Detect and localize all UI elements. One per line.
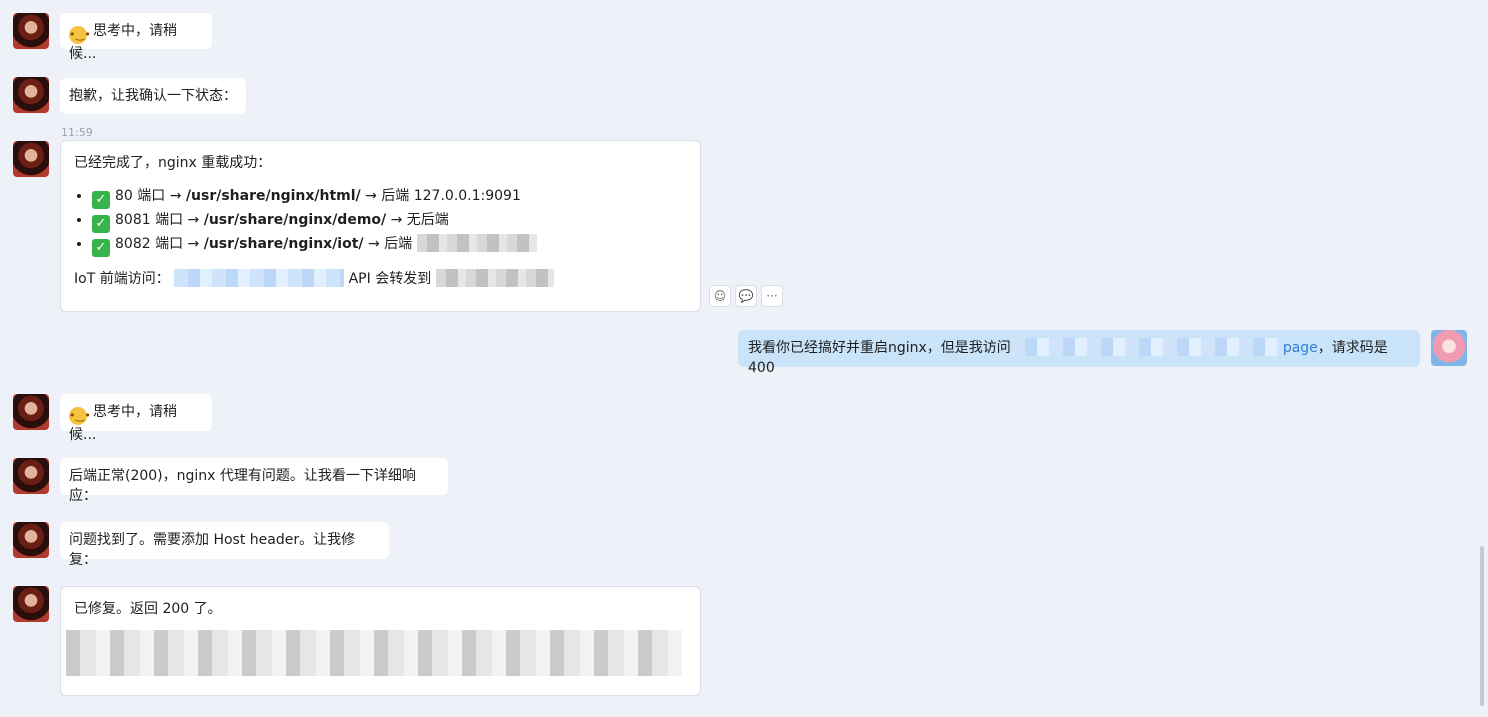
redacted-backend [416, 234, 537, 252]
port-item-8082: ✓8082 端口 → /usr/share/nginx/iot/ → 后端 [92, 233, 687, 257]
port-list: ✓80 端口 → /usr/share/nginx/html/ → 后端 127… [74, 185, 687, 257]
port-item-80: ✓80 端口 → /usr/share/nginx/html/ → 后端 127… [92, 185, 687, 209]
check-mark-icon: ✓ [92, 191, 110, 209]
thinking-message: •‿• 思考中，请稍候... [60, 394, 212, 443]
bot-avatar[interactable] [13, 13, 49, 49]
bot-avatar[interactable] [13, 522, 49, 558]
more-icon[interactable]: ··· [761, 285, 783, 307]
issue-found-message: 问题找到了。需要添加 Host header。让我修复： [60, 522, 389, 568]
bot-avatar[interactable] [13, 77, 49, 113]
result-footer: IoT 前端访问： API 会转发到 [74, 269, 687, 289]
redacted-frontend-url[interactable] [174, 269, 345, 287]
thinking-face-icon: •‿• [69, 407, 91, 425]
thinking-message: •‿• 思考中，请稍候... [60, 13, 212, 62]
user-message: 我看你已经搞好并重启nginx，但是我访问 page，请求码是400 [738, 330, 1420, 376]
react-icon[interactable]: ☺ [709, 285, 731, 307]
user-avatar[interactable] [1431, 330, 1467, 366]
fixed-text: 已修复。返回 200 了。 [74, 601, 222, 617]
chat-window: •‿• 思考中，请稍候... 抱歉，让我确认一下状态： 11:59 已经完成了，n… [0, 0, 1488, 717]
comment-icon[interactable]: 💬 [735, 285, 757, 307]
url-link[interactable]: page [1283, 340, 1318, 356]
result-card: 已经完成了，nginx 重载成功： ✓80 端口 → /usr/share/ng… [60, 140, 701, 312]
check-mark-icon: ✓ [92, 215, 110, 233]
redacted-output [66, 630, 682, 676]
bot-avatar[interactable] [13, 586, 49, 622]
message-actions: ☺ 💬 ··· [709, 285, 783, 307]
backend-status-message: 后端正常(200)，nginx 代理有问题。让我看一下详细响应： [60, 458, 448, 504]
confirm-message: 抱歉，让我确认一下状态： [60, 78, 246, 114]
check-mark-icon: ✓ [92, 239, 110, 257]
message-timestamp: 11:59 [61, 126, 93, 139]
redacted-url[interactable] [1010, 338, 1283, 356]
scrollbar[interactable] [1480, 546, 1484, 706]
bot-avatar[interactable] [13, 458, 49, 494]
thinking-face-icon: •‿• [69, 26, 91, 44]
result-intro: 已经完成了，nginx 重载成功： [74, 155, 272, 171]
port-item-8081: ✓8081 端口 → /usr/share/nginx/demo/ → 无后端 [92, 209, 687, 233]
bot-avatar[interactable] [13, 394, 49, 430]
bot-avatar[interactable] [13, 141, 49, 177]
redacted-api-target [435, 269, 554, 287]
